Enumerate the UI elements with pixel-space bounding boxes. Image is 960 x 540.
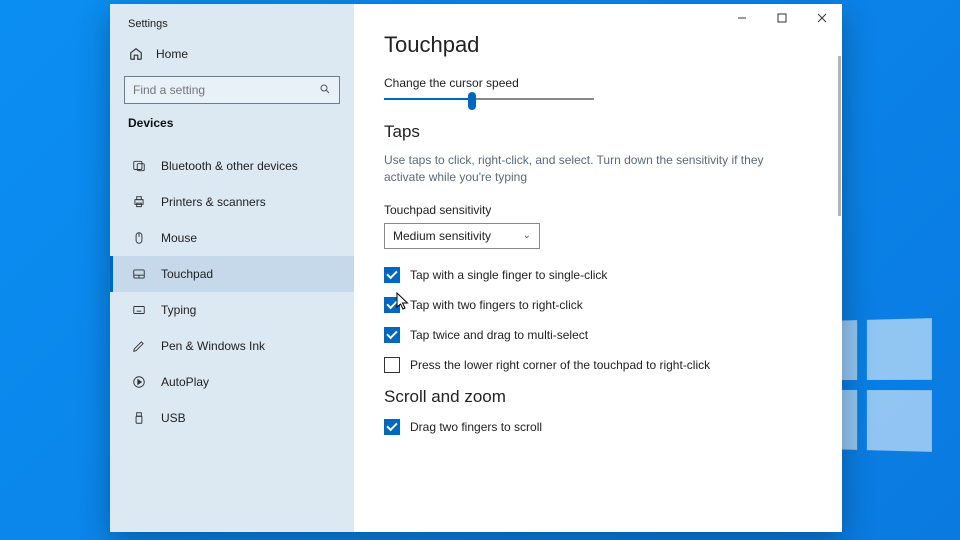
printer-icon: [131, 194, 147, 210]
checkbox[interactable]: [384, 327, 400, 343]
maximize-button[interactable]: [762, 4, 802, 32]
sidebar-item-label: USB: [161, 411, 186, 425]
sidebar: Settings Home Devices Bluetooth & other …: [110, 4, 354, 532]
sidebar-item-mouse[interactable]: Mouse: [110, 220, 354, 256]
sidebar-item-pen[interactable]: Pen & Windows Ink: [110, 328, 354, 364]
sidebar-item-label: Mouse: [161, 231, 197, 245]
sidebar-category: Devices: [110, 114, 354, 142]
home-label: Home: [156, 47, 188, 61]
cursor-speed-slider[interactable]: [384, 98, 594, 100]
sensitivity-value: Medium sensitivity: [393, 229, 491, 243]
window-controls: [722, 4, 842, 32]
keyboard-icon: [131, 302, 147, 318]
check-lower-right-corner[interactable]: Press the lower right corner of the touc…: [384, 357, 812, 373]
sidebar-item-label: Touchpad: [161, 267, 213, 281]
sidebar-item-typing[interactable]: Typing: [110, 292, 354, 328]
checkbox-label: Drag two fingers to scroll: [410, 420, 542, 434]
sensitivity-dropdown[interactable]: Medium sensitivity ⌄: [384, 223, 540, 249]
sidebar-item-label: Bluetooth & other devices: [161, 159, 298, 173]
search-box[interactable]: [124, 76, 340, 104]
chevron-down-icon: ⌄: [523, 230, 531, 241]
checkbox[interactable]: [384, 357, 400, 373]
pen-icon: [131, 338, 147, 354]
sensitivity-label: Touchpad sensitivity: [384, 203, 812, 217]
autoplay-icon: [131, 374, 147, 390]
minimize-button[interactable]: [722, 4, 762, 32]
sidebar-item-touchpad[interactable]: Touchpad: [110, 256, 354, 292]
checkbox-label: Tap twice and drag to multi-select: [410, 328, 588, 342]
cursor-speed-label: Change the cursor speed: [384, 76, 812, 90]
sidebar-item-label: Typing: [161, 303, 196, 317]
settings-window: Settings Home Devices Bluetooth & other …: [110, 4, 842, 532]
content-pane: Touchpad Change the cursor speed Taps Us…: [354, 4, 842, 532]
checkbox[interactable]: [384, 419, 400, 435]
taps-heading: Taps: [384, 122, 812, 142]
mouse-icon: [131, 230, 147, 246]
home-nav[interactable]: Home: [110, 38, 354, 70]
search-icon: [319, 83, 331, 98]
check-two-finger-scroll[interactable]: Drag two fingers to scroll: [384, 419, 812, 435]
check-single-tap[interactable]: Tap with a single finger to single-click: [384, 267, 812, 283]
sidebar-item-usb[interactable]: USB: [110, 400, 354, 436]
checkbox-label: Tap with a single finger to single-click: [410, 268, 607, 282]
checkbox[interactable]: [384, 297, 400, 313]
sidebar-item-label: AutoPlay: [161, 375, 209, 389]
sidebar-item-label: Printers & scanners: [161, 195, 266, 209]
page-title: Touchpad: [384, 32, 812, 58]
slider-thumb[interactable]: [468, 92, 476, 110]
checkbox-label: Tap with two fingers to right-click: [410, 298, 583, 312]
slider-fill: [384, 98, 474, 100]
scroll-heading: Scroll and zoom: [384, 387, 812, 407]
sidebar-item-autoplay[interactable]: AutoPlay: [110, 364, 354, 400]
taps-description: Use taps to click, right-click, and sele…: [384, 152, 764, 187]
checkbox[interactable]: [384, 267, 400, 283]
sidebar-item-printers[interactable]: Printers & scanners: [110, 184, 354, 220]
close-button[interactable]: [802, 4, 842, 32]
vertical-scrollbar[interactable]: [838, 56, 841, 216]
checkbox-label: Press the lower right corner of the touc…: [410, 358, 710, 372]
sidebar-item-bluetooth[interactable]: Bluetooth & other devices: [110, 148, 354, 184]
check-tap-twice-drag[interactable]: Tap twice and drag to multi-select: [384, 327, 812, 343]
app-title: Settings: [110, 14, 354, 38]
touchpad-icon: [131, 266, 147, 282]
search-input[interactable]: [133, 83, 303, 97]
usb-icon: [131, 410, 147, 426]
sidebar-nav: Bluetooth & other devices Printers & sca…: [110, 148, 354, 436]
home-icon: [128, 46, 144, 62]
sidebar-item-label: Pen & Windows Ink: [161, 339, 265, 353]
check-two-finger-tap[interactable]: Tap with two fingers to right-click: [384, 297, 812, 313]
bluetooth-icon: [131, 158, 147, 174]
